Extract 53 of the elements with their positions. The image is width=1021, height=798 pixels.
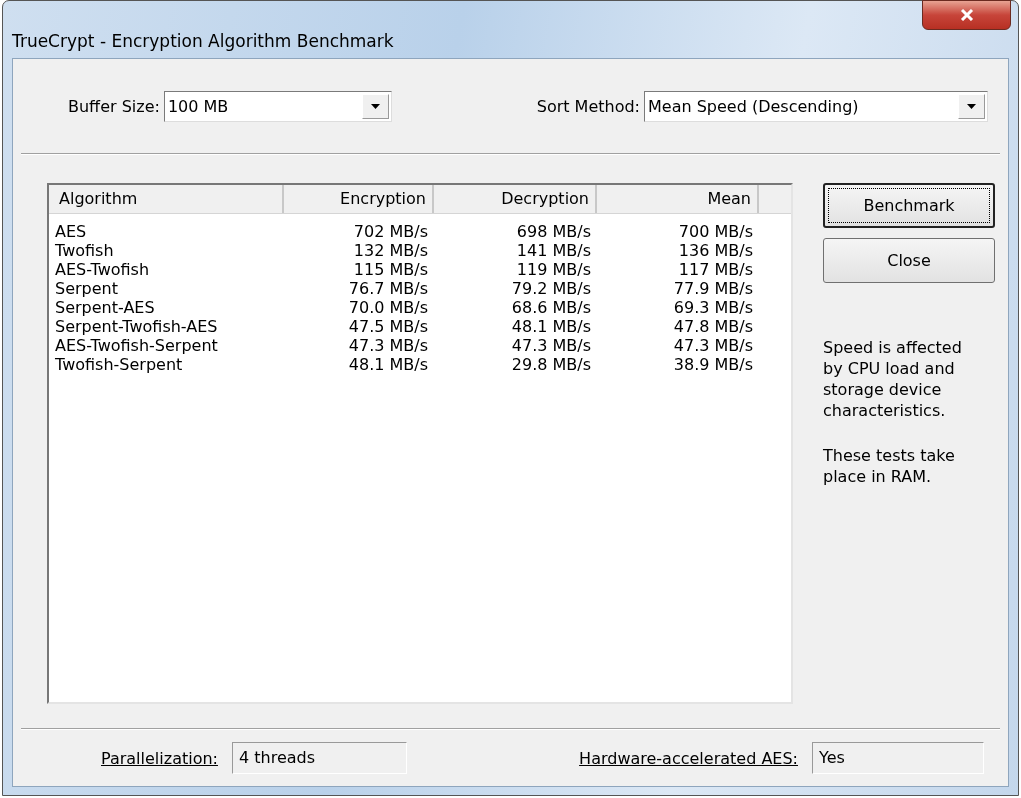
- info-text: Speed is affected by CPU load and storage device characteristics.: [823, 337, 963, 421]
- table-cell-text: 76.7 MB/s: [347, 279, 429, 298]
- readonly-field: Yes: [812, 742, 984, 774]
- column-header[interactable]: Algorithm: [49, 185, 284, 213]
- table-cell-text: Serpent: [54, 279, 119, 298]
- table-cell-text: 141 MB/s: [515, 241, 592, 260]
- table-cell-text: 79.2 MB/s: [510, 279, 592, 298]
- table-cell-text: 115 MB/s: [352, 260, 429, 279]
- table-cell-text: AES-Twofish-Serpent: [54, 336, 219, 355]
- column-header[interactable]: Encryption: [284, 185, 434, 213]
- table-cell-text: 47.3 MB/s: [672, 336, 754, 355]
- table-cell-text: 70.0 MB/s: [347, 298, 429, 317]
- table-cell-text: 69.3 MB/s: [672, 298, 754, 317]
- table-cell-text: 702 MB/s: [352, 222, 429, 241]
- readonly-field: 4 threads: [232, 742, 407, 774]
- field-label: Buffer Size:: [68, 96, 160, 116]
- status-label: Parallelization:: [101, 748, 218, 768]
- dropdown[interactable]: Mean Speed (Descending): [644, 90, 988, 122]
- close-icon: [959, 9, 974, 21]
- dropdown[interactable]: 100 MB: [163, 90, 392, 122]
- table-cell-text: Twofish-Serpent: [54, 355, 184, 374]
- table-cell-text: 77.9 MB/s: [672, 279, 754, 298]
- table-cell-text: 119 MB/s: [515, 260, 592, 279]
- table-cell-text: 698 MB/s: [515, 222, 592, 241]
- table-cell-text: 47.8 MB/s: [672, 317, 754, 336]
- table-cell-text: 38.9 MB/s: [672, 355, 754, 374]
- column-header[interactable]: Mean: [597, 185, 759, 213]
- table-cell-text: 136 MB/s: [677, 241, 754, 260]
- table-cell-text: 47.3 MB/s: [510, 336, 592, 355]
- field-label: Sort Method:: [536, 96, 640, 116]
- table-cell-text: 29.8 MB/s: [510, 355, 592, 374]
- table-cell-text: Twofish: [54, 241, 115, 260]
- table-cell-text: Serpent-AES: [54, 298, 156, 317]
- table-cell-text: 48.1 MB/s: [510, 317, 592, 336]
- table-cell-text: 47.3 MB/s: [347, 336, 429, 355]
- table-cell-text: Serpent-Twofish-AES: [54, 317, 219, 336]
- dialog-button[interactable]: Close: [823, 238, 995, 283]
- table-cell-text: 132 MB/s: [352, 241, 429, 260]
- column-header[interactable]: Decryption: [434, 185, 597, 213]
- close-button[interactable]: [922, 0, 1011, 30]
- table-cell-text: 68.6 MB/s: [510, 298, 592, 317]
- table-cell-text: AES: [54, 222, 88, 241]
- table-cell-text: AES-Twofish: [54, 260, 151, 279]
- dropdown-arrow-icon: [370, 103, 380, 109]
- dialog-button[interactable]: Benchmark: [823, 183, 995, 228]
- info-text: These tests take place in RAM.: [823, 445, 956, 487]
- dropdown-arrow-icon: [967, 103, 976, 109]
- table-cell-text: 47.5 MB/s: [347, 317, 429, 336]
- table-cell-text: 48.1 MB/s: [347, 355, 429, 374]
- status-label: Hardware-accelerated AES:: [579, 748, 798, 768]
- table-cell-text: 700 MB/s: [677, 222, 754, 241]
- window-title: TrueCrypt - Encryption Algorithm Benchmark: [12, 31, 394, 51]
- table-cell-text: 117 MB/s: [677, 260, 754, 279]
